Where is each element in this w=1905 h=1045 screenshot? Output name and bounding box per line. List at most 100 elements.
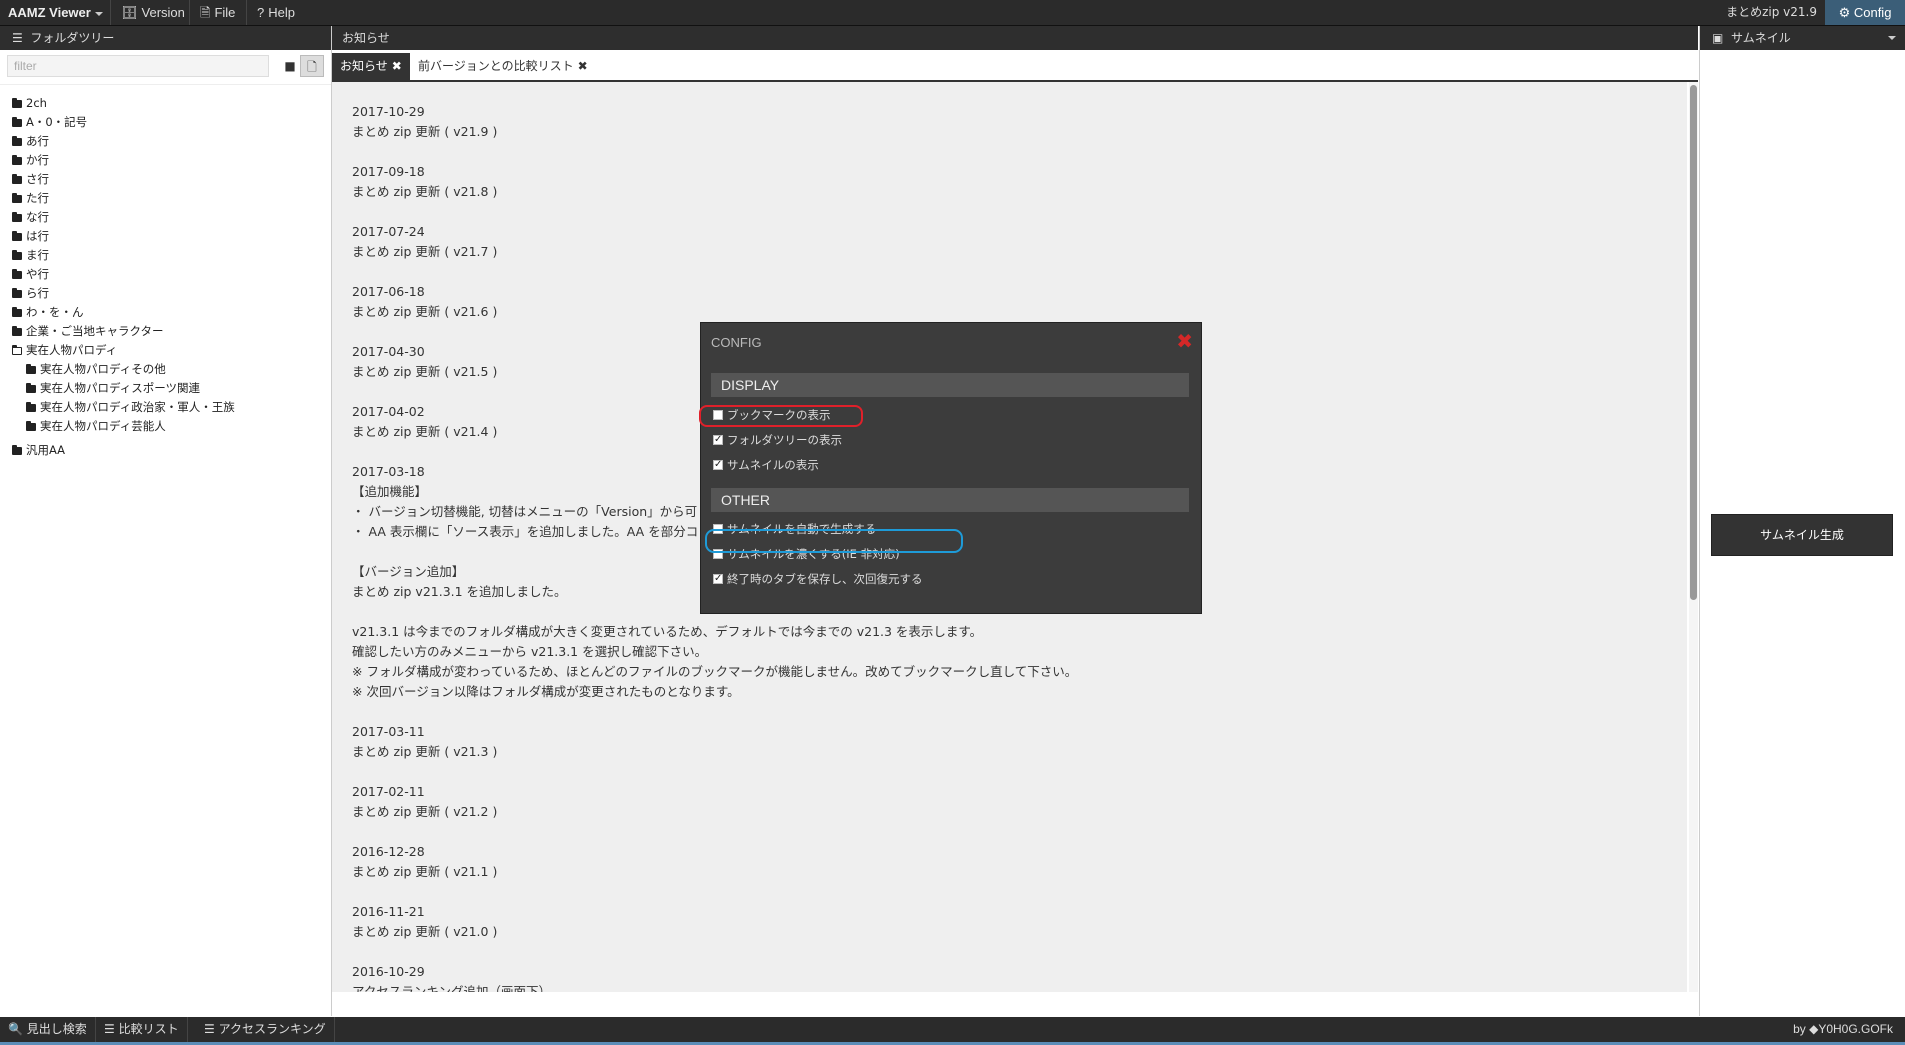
notice-line: 2016-10-29 — [352, 964, 425, 979]
tree-item[interactable]: や行 — [0, 265, 331, 284]
display-section-header: DISPLAY — [711, 373, 1189, 397]
database-icon: 🗄 — [121, 5, 138, 20]
notice-line: 2016-11-21 — [352, 904, 425, 919]
tree-item[interactable]: 実在人物パロディ芸能人 — [0, 417, 331, 436]
tree-item[interactable]: 企業・ご当地キャラクター — [0, 322, 331, 341]
tree-item[interactable]: 実在人物パロディ政治家・軍人・王族 — [0, 398, 331, 417]
folder-view-button[interactable]: ■ — [278, 55, 302, 77]
tree-item[interactable]: ま行 — [0, 246, 331, 265]
compare-list-button[interactable]: ☰ 比較リスト — [96, 1017, 188, 1042]
notice-entry: 2017-06-18 まとめ zip 更新 ( v21.6 ) — [352, 282, 1077, 322]
generate-thumbnail-button[interactable]: サムネイル生成 — [1711, 514, 1893, 556]
tree-item[interactable]: 汎用AA — [0, 441, 331, 460]
tab-compare-list[interactable]: 前バージョンとの比較リスト ✖ — [410, 53, 596, 80]
folder-icon — [12, 136, 22, 146]
red-highlight-annotation — [699, 405, 863, 427]
tree-item[interactable]: 2ch — [0, 94, 331, 113]
notice-line: 2017-03-11 — [352, 724, 425, 739]
notice-line: まとめ zip 更新 ( v21.3 ) — [352, 744, 498, 759]
notice-line: まとめ zip 更新 ( v21.7 ) — [352, 244, 498, 259]
close-icon[interactable]: ✖ — [578, 59, 588, 73]
notice-line: まとめ zip 更新 ( v21.2 ) — [352, 804, 498, 819]
close-icon[interactable]: ✖ — [392, 59, 402, 73]
list-icon: ☰ — [12, 31, 23, 45]
notice-entry: 2016-11-21 まとめ zip 更新 ( v21.0 ) — [352, 902, 1077, 942]
chevron-down-icon — [94, 11, 103, 16]
folder-tree-panel: ☰ フォルダツリー ■ 🗋 2ch A・0・記号あ行か行さ行た行な行は行ま行や行ら… — [0, 26, 332, 1016]
tab-notice-label: お知らせ — [340, 59, 388, 73]
folder-icon — [12, 250, 22, 260]
scrollbar-thumb[interactable] — [1690, 85, 1697, 600]
notice-line: まとめ zip 更新 ( v21.0 ) — [352, 924, 498, 939]
notice-line: 2017-02-11 — [352, 784, 425, 799]
tree-item[interactable]: 実在人物パロディスポーツ関連 — [0, 379, 331, 398]
tree-item[interactable]: あ行 — [0, 132, 331, 151]
tree-item[interactable]: A・0・記号 — [0, 113, 331, 132]
notice-entry: 2017-09-18 まとめ zip 更新 ( v21.8 ) — [352, 162, 1077, 202]
tree-item[interactable]: さ行 — [0, 170, 331, 189]
access-ranking-label: アクセスランキング — [218, 1022, 326, 1036]
tree-item-label: さ行 — [26, 172, 49, 186]
tree-item[interactable]: か行 — [0, 151, 331, 170]
tree-item[interactable]: 実在人物パロディ — [0, 341, 331, 360]
folder-icon — [12, 326, 22, 336]
menu-file[interactable]: 🗎 File — [189, 0, 245, 25]
notice-line: アクセスランキング追加（画面下） — [352, 984, 552, 992]
notice-line: まとめ zip 更新 ( v21.8 ) — [352, 184, 498, 199]
tree-item-label: 実在人物パロディスポーツ関連 — [40, 381, 200, 395]
filter-input[interactable] — [7, 55, 269, 77]
tree-item[interactable]: は行 — [0, 227, 331, 246]
thumbnail-header[interactable]: ▣ サムネイル — [1700, 26, 1905, 50]
tree-item-label: 実在人物パロディ — [26, 343, 118, 357]
thumbnail-panel: ▣ サムネイル サムネイル生成 — [1699, 26, 1905, 1016]
notice-entry: v21.3.1 は今までのフォルダ構成が大きく変更されているため、デフォルトでは… — [352, 622, 1077, 702]
notice-entry: 2017-02-11 まとめ zip 更新 ( v21.2 ) — [352, 782, 1077, 822]
option-restore-tabs-label: 終了時のタブを保存し、次回復元する — [727, 572, 923, 586]
content-scrollbar[interactable] — [1689, 82, 1698, 992]
tree-item[interactable]: た行 — [0, 189, 331, 208]
tab-compare-label: 前バージョンとの比較リスト — [418, 59, 574, 73]
tree-item-label: 2ch — [26, 96, 47, 110]
tree-item[interactable]: わ・を・ん — [0, 303, 331, 322]
tree-item[interactable]: ら行 — [0, 284, 331, 303]
notice-line: まとめ zip 更新 ( v21.6 ) — [352, 304, 498, 319]
question-icon: ? — [257, 5, 265, 20]
config-button[interactable]: ⚙ Config — [1825, 0, 1905, 25]
menu-version[interactable]: 🗄 Version — [110, 0, 195, 25]
headline-search-button[interactable]: 🔍 見出し検索 — [0, 1017, 96, 1042]
folder-icon — [12, 117, 22, 127]
tree-item-label: 汎用AA — [26, 443, 66, 457]
tree-item-label: ま行 — [26, 248, 49, 262]
notice-entry: 2017-07-24 まとめ zip 更新 ( v21.7 ) — [352, 222, 1077, 262]
folder-icon — [12, 307, 22, 317]
app-brand-dropdown[interactable]: AAMZ Viewer — [8, 0, 103, 25]
thumbnail-title: サムネイル — [1730, 31, 1791, 45]
bottom-bar: 🔍 見出し検索 ☰ 比較リスト ☰ アクセスランキング by ◆Y0H0G.GO… — [0, 1017, 1905, 1042]
access-ranking-button[interactable]: ☰ アクセスランキング — [196, 1017, 335, 1042]
checkbox-show-thumbnail[interactable] — [713, 457, 723, 473]
menu-help[interactable]: ? Help — [246, 0, 305, 25]
option-show-thumbnail-label: サムネイルの表示 — [727, 458, 819, 472]
tab-notice[interactable]: お知らせ ✖ — [332, 53, 410, 80]
checkbox-restore-tabs[interactable] — [713, 571, 723, 587]
folder-icon — [26, 402, 36, 412]
folder-icon — [26, 421, 36, 431]
notice-entry: 2017-10-29 まとめ zip 更新 ( v21.9 ) — [352, 102, 1077, 142]
tree-item[interactable]: 実在人物パロディその他 — [0, 360, 331, 379]
file-view-button[interactable]: 🗋 — [300, 55, 324, 77]
notice-line: 2017-07-24 — [352, 224, 425, 239]
checkbox-show-folder-tree[interactable] — [713, 432, 723, 448]
folder-tree: 2ch A・0・記号あ行か行さ行た行 な行 は行ま行や行 ら行 わ・を・ん 企業・ご当地キャ… — [0, 94, 331, 460]
file-icon: 🗋 — [307, 60, 317, 74]
option-show-folder-tree[interactable]: フォルダツリーの表示 — [713, 432, 842, 448]
author-credit: by ◆Y0H0G.GOFk — [1793, 1022, 1893, 1036]
option-show-thumbnail[interactable]: サムネイルの表示 — [713, 457, 819, 473]
tree-item-label: あ行 — [26, 134, 49, 148]
notice-line: 2016-12-28 — [352, 844, 425, 859]
search-icon: 🔍 — [8, 1022, 23, 1036]
chevron-down-icon — [1888, 36, 1896, 40]
tree-item[interactable]: な行 — [0, 208, 331, 227]
blue-highlight-annotation — [705, 529, 963, 553]
option-restore-tabs[interactable]: 終了時のタブを保存し、次回復元する — [713, 571, 923, 587]
close-icon[interactable]: ✖ — [1176, 331, 1193, 351]
